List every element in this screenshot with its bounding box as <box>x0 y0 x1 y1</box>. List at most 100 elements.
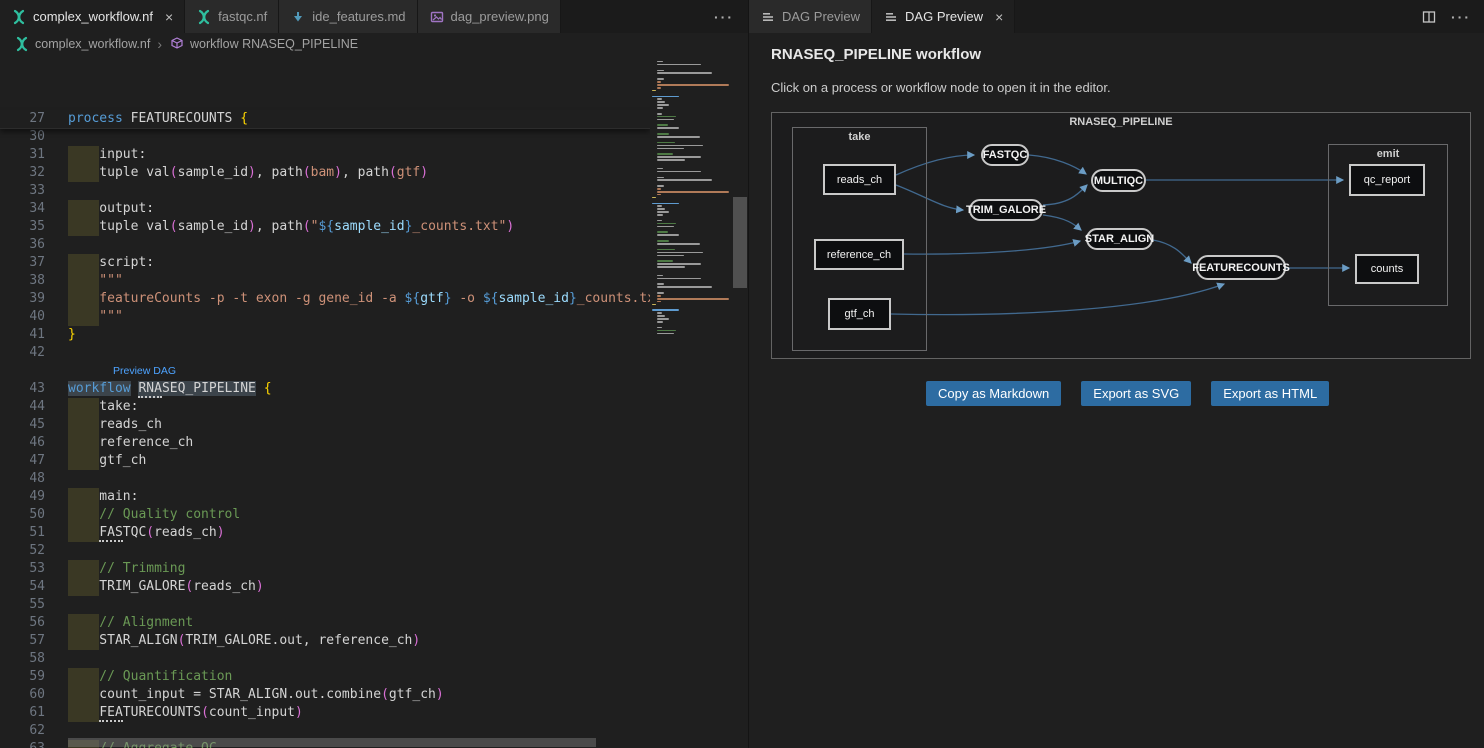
dag-node-gtf_ch[interactable]: gtf_ch <box>828 298 891 330</box>
minimap-line <box>657 107 663 109</box>
tab-ide-features-md-l2[interactable]: ide_features.md <box>279 0 417 33</box>
minimap-line <box>652 304 656 306</box>
breadcrumb-symbol[interactable]: workflow RNASEQ_PIPELINE <box>190 37 358 51</box>
copy-as-markdown-button[interactable]: Copy as Markdown <box>926 381 1061 406</box>
horizontal-scrollbar[interactable] <box>68 738 596 747</box>
code-line-57[interactable]: 57 STAR_ALIGN(TRIM_GALORE.out, reference… <box>0 632 650 650</box>
code-line-44[interactable]: 44 take: <box>0 398 650 416</box>
code-line-60[interactable]: 60 count_input = STAR_ALIGN.out.combine(… <box>0 686 650 704</box>
dag-node-counts[interactable]: counts <box>1355 254 1419 284</box>
code-line-39[interactable]: 39 featureCounts -p -t exon -g gene_id -… <box>0 290 650 308</box>
line-number: 53 <box>0 560 45 578</box>
code-line-49[interactable]: 49 main: <box>0 488 650 506</box>
tab-complex-workflow-nf-l0[interactable]: complex_workflow.nf× <box>0 0 185 33</box>
dag-node-FEATURECOUNTS[interactable]: FEATURECOUNTS <box>1196 255 1286 280</box>
code-text: gtf_ch <box>68 452 146 470</box>
tab-spacer <box>561 0 714 33</box>
code-line-42[interactable]: 42 <box>0 344 650 362</box>
close-icon[interactable]: × <box>165 10 173 24</box>
code-text: featureCounts -p -t exon -g gene_id -a $… <box>68 290 650 308</box>
code-rows: 3031 input:32 tuple val(sample_id), path… <box>0 128 650 748</box>
code-line-43[interactable]: 43workflow RNASEQ_PIPELINE { <box>0 380 650 398</box>
minimap-line <box>657 142 675 144</box>
dag-node-reads_ch[interactable]: reads_ch <box>823 164 896 195</box>
dag-node-TRIM_GALORE[interactable]: TRIM_GALORE <box>969 199 1043 221</box>
minimap-line <box>657 177 664 179</box>
code-line-53[interactable]: 53 // Trimming <box>0 560 650 578</box>
code-editor[interactable]: 3031 input:32 tuple val(sample_id), path… <box>0 55 650 748</box>
code-line-61[interactable]: 61 FEATURECOUNTS(count_input) <box>0 704 650 722</box>
tab-dag-preview-png-l3[interactable]: dag_preview.png <box>418 0 561 33</box>
tab-dag-preview-r1[interactable]: DAG Preview× <box>872 0 1015 33</box>
codelens-preview-dag-link[interactable]: Preview DAG <box>113 362 176 380</box>
minimap-line <box>657 240 670 242</box>
tab-actions: ··· <box>714 0 748 33</box>
code-line-56[interactable]: 56 // Alignment <box>0 614 650 632</box>
code-line-31[interactable]: 31 input: <box>0 146 650 164</box>
dag-node-reference_ch[interactable]: reference_ch <box>814 239 904 270</box>
minimap-line <box>657 113 662 115</box>
minimap-line <box>657 72 713 74</box>
minimap-line <box>657 231 669 233</box>
code-line-59[interactable]: 59 // Quantification <box>0 668 650 686</box>
code-line-45[interactable]: 45 reads_ch <box>0 416 650 434</box>
minimap-line <box>657 104 670 106</box>
code-line-51[interactable]: 51 FASTQC(reads_ch) <box>0 524 650 542</box>
minimap-line <box>657 255 684 257</box>
code-line-27[interactable]: 27process FEATURECOUNTS { <box>0 110 650 128</box>
line-number: 45 <box>0 416 45 434</box>
code-line-32[interactable]: 32 tuple val(sample_id), path(bam), path… <box>0 164 650 182</box>
preview-icon <box>883 9 899 25</box>
dag-edge-reference_ch-to-STAR_ALIGN <box>904 241 1080 254</box>
tab-fastqc-nf-l1[interactable]: fastqc.nf <box>185 0 279 33</box>
code-line-52[interactable]: 52 <box>0 542 650 560</box>
minimap-line <box>657 188 661 190</box>
code-line-35[interactable]: 35 tuple val(sample_id), path("${sample_… <box>0 218 650 236</box>
code-line-34[interactable]: 34 output: <box>0 200 650 218</box>
code-line-48[interactable]: 48 <box>0 470 650 488</box>
tab-label: dag_preview.png <box>451 9 549 24</box>
tab-dag-preview-r0[interactable]: DAG Preview <box>749 0 872 33</box>
code-line-46[interactable]: 46 reference_ch <box>0 434 650 452</box>
line-number: 47 <box>0 452 45 470</box>
more-actions-icon[interactable]: ··· <box>1451 9 1471 25</box>
dag-node-FASTQC[interactable]: FASTQC <box>981 144 1029 166</box>
dag-node-qc_report[interactable]: qc_report <box>1349 164 1425 196</box>
panel-heading: RNASEQ_PIPELINE workflow <box>771 46 981 63</box>
code-text: workflow RNASEQ_PIPELINE { <box>68 380 272 398</box>
code-line-50[interactable]: 50 // Quality control <box>0 506 650 524</box>
minimap-line <box>657 179 713 181</box>
export-as-html-button[interactable]: Export as HTML <box>1211 381 1329 406</box>
line-number: 50 <box>0 506 45 524</box>
code-line-47[interactable]: 47 gtf_ch <box>0 452 650 470</box>
minimap-line <box>657 249 675 251</box>
code-line-58[interactable]: 58 <box>0 650 650 668</box>
code-line-54[interactable]: 54 TRIM_GALORE(reads_ch) <box>0 578 650 596</box>
tab-actions: ··· <box>1421 0 1484 33</box>
code-line-40[interactable]: 40 """ <box>0 308 650 326</box>
dag-node-MULTIQC[interactable]: MULTIQC <box>1091 169 1146 192</box>
split-editor-icon[interactable] <box>1421 9 1437 25</box>
code-line-55[interactable]: 55 <box>0 596 650 614</box>
export-as-svg-button[interactable]: Export as SVG <box>1081 381 1191 406</box>
vertical-scrollbar[interactable] <box>733 197 747 288</box>
breadcrumb-file[interactable]: complex_workflow.nf <box>35 37 150 51</box>
code-text: FEATURECOUNTS(count_input) <box>68 704 303 722</box>
code-text: reads_ch <box>68 416 162 434</box>
sticky-scroll-line[interactable]: 27process FEATURECOUNTS { <box>0 110 650 129</box>
image-icon <box>429 9 445 25</box>
code-text: // Quality control <box>68 506 240 524</box>
code-text: input: <box>68 146 146 164</box>
code-line-38[interactable]: 38 """ <box>0 272 650 290</box>
code-line-37[interactable]: 37 script: <box>0 254 650 272</box>
code-line-30[interactable]: 30 <box>0 128 650 146</box>
code-line-36[interactable]: 36 <box>0 236 650 254</box>
more-actions-icon[interactable]: ··· <box>714 9 734 25</box>
minimap[interactable] <box>650 55 730 748</box>
code-line-41[interactable]: 41} <box>0 326 650 344</box>
code-line-33[interactable]: 33 <box>0 182 650 200</box>
close-icon[interactable]: × <box>995 10 1003 24</box>
line-number: 59 <box>0 668 45 686</box>
vscode-window: complex_workflow.nf×fastqc.nfide_feature… <box>0 0 1484 748</box>
dag-node-STAR_ALIGN[interactable]: STAR_ALIGN <box>1086 228 1153 250</box>
